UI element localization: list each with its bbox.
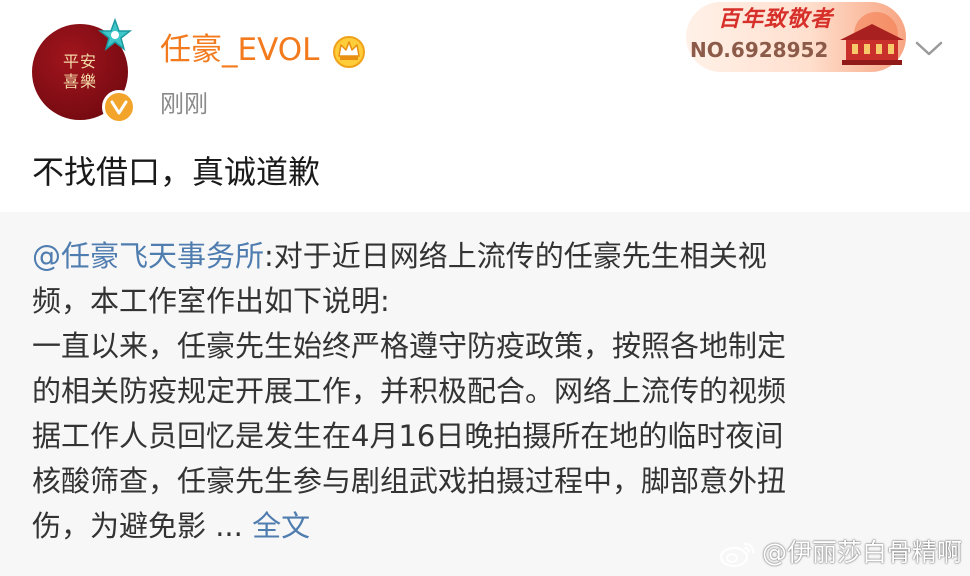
verified-icon — [102, 90, 136, 124]
repost-line-6: 核酸筛查，任豪先生参与剧组武戏拍摄过程中，脚部意外扭 — [32, 464, 787, 498]
repost-line-3: 一直以来，任豪先生始终严格遵守防疫政策，按照各地制定 — [32, 329, 787, 363]
watermark: @伊丽莎白骨精啊 — [718, 536, 962, 570]
repost-line-1-text: :对于近日网络上流传的任豪先生相关视 — [264, 239, 767, 273]
repost-line-4: 的相关防疫规定开展工作，并积极配合。网络上流传的视频 — [32, 374, 787, 408]
repost-body: @任豪飞天事务所:对于近日网络上流传的任豪先生相关视 频，本工作室作出如下说明:… — [32, 234, 932, 549]
avatar-wrap[interactable]: 平安 喜樂 — [32, 18, 142, 134]
avatar-text-line1: 平安 — [62, 52, 97, 71]
fan-badge-number: NO.6928952 — [690, 38, 829, 62]
building-icon — [840, 12, 904, 65]
repost-card[interactable]: @任豪飞天事务所:对于近日网络上流传的任豪先生相关视 频，本工作室作出如下说明:… — [0, 212, 970, 576]
username-row: 任豪_EVOL — [160, 30, 369, 70]
username[interactable]: 任豪_EVOL — [160, 30, 319, 70]
post-timestamp: 刚刚 — [160, 90, 208, 118]
post-header: 平安 喜樂 任豪_EVOL 刚刚 百年致敬者 NO.6928952 — [0, 0, 970, 140]
avatar-decoration-icon — [98, 18, 132, 51]
repost-line-2: 频，本工作室作出如下说明: — [32, 284, 390, 318]
avatar-text-line2: 喜樂 — [62, 72, 97, 91]
repost-line-1: @任豪飞天事务所:对于近日网络上流传的任豪先生相关视 — [32, 234, 932, 279]
post-text: 不找借口，真诚道歉 — [32, 153, 321, 191]
repost-line-7-text: 伤，为避免影 ... — [32, 509, 243, 543]
repost-line-5: 据工作人员回忆是发生在4月16日晚拍摄所在地的临时夜间 — [32, 419, 784, 453]
fan-badge-title: 百年致敬者 — [718, 6, 834, 32]
mention-link[interactable]: @任豪飞天事务所 — [32, 239, 264, 273]
chevron-down-icon[interactable] — [912, 36, 946, 60]
fan-badge[interactable]: 百年致敬者 NO.6928952 — [682, 0, 912, 76]
weibo-icon — [719, 542, 755, 568]
watermark-text: @伊丽莎白骨精啊 — [762, 538, 963, 567]
full-text-link[interactable]: 全文 — [252, 509, 310, 543]
crown-icon — [333, 36, 366, 68]
